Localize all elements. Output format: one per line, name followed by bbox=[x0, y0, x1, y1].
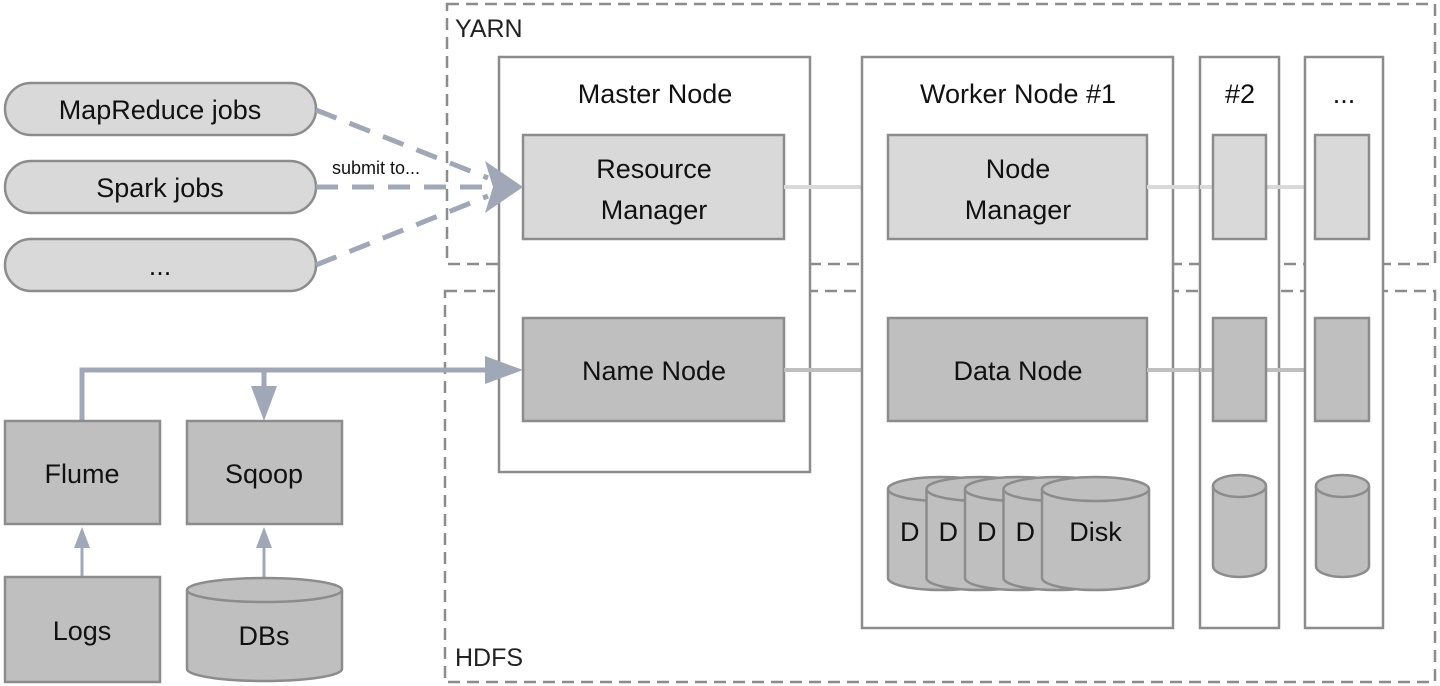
master-node: Master Node Resource Manager Name Node bbox=[497, 55, 812, 474]
mapreduce-jobs-label: MapReduce jobs bbox=[59, 95, 262, 125]
master-node-title: Master Node bbox=[578, 79, 733, 109]
more-jobs-label: ... bbox=[149, 251, 172, 281]
node-manager-2 bbox=[1211, 133, 1268, 241]
sqoop-label: Sqoop bbox=[225, 459, 303, 489]
resource-manager-label-1: Resource bbox=[596, 154, 712, 184]
yarn-label: YARN bbox=[455, 15, 523, 43]
spark-jobs-label: Spark jobs bbox=[96, 173, 224, 203]
worker-node-2: #2 bbox=[1198, 55, 1305, 630]
disk-label: D bbox=[1016, 517, 1036, 547]
disk-label: D bbox=[977, 517, 997, 547]
dbs-cylinder: DBs bbox=[185, 576, 344, 683]
dbs-label: DBs bbox=[238, 621, 289, 651]
flume-label: Flume bbox=[44, 459, 119, 489]
logs-label: Logs bbox=[53, 616, 112, 646]
worker-node-2-title: #2 bbox=[1225, 79, 1255, 109]
worker-node-more-title: ... bbox=[1333, 79, 1356, 109]
node-manager-label-1: Node bbox=[986, 154, 1051, 184]
node-manager-more bbox=[1313, 133, 1371, 241]
disk-stack: D D D D Disk bbox=[886, 475, 1151, 592]
submit-label: submit to... bbox=[332, 158, 420, 178]
disk-label: D bbox=[900, 517, 920, 547]
disk-icon: Disk bbox=[1040, 475, 1151, 592]
disk-label: Disk bbox=[1069, 517, 1122, 547]
worker-node-more: ... bbox=[1303, 55, 1385, 630]
resource-manager-label-2: Manager bbox=[601, 195, 708, 225]
worker-node-1: Worker Node #1 Node Manager Data Node DD… bbox=[860, 55, 1175, 630]
data-node-2 bbox=[1211, 316, 1268, 423]
dbs-arrowhead-icon bbox=[256, 527, 272, 548]
disk-icon bbox=[1211, 473, 1268, 579]
logs-arrowhead-icon bbox=[74, 527, 90, 548]
data-node-label: Data Node bbox=[953, 356, 1082, 386]
job-list: MapReduce jobs Spark jobs ... bbox=[3, 81, 318, 293]
hadoop-architecture-diagram: YARN HDFS Master Node Resource Manager N… bbox=[3, 2, 1437, 684]
disk-label: D bbox=[939, 517, 959, 547]
submit-arrows bbox=[315, 107, 489, 268]
sqoop-arrowhead-icon bbox=[251, 386, 277, 421]
hdfs-label: HDFS bbox=[455, 644, 523, 672]
disk-icon bbox=[1314, 473, 1371, 579]
worker-node-1-title: Worker Node #1 bbox=[920, 79, 1116, 109]
name-node-label: Name Node bbox=[582, 356, 726, 386]
data-node-more bbox=[1313, 316, 1371, 423]
node-manager-label-2: Manager bbox=[965, 195, 1072, 225]
